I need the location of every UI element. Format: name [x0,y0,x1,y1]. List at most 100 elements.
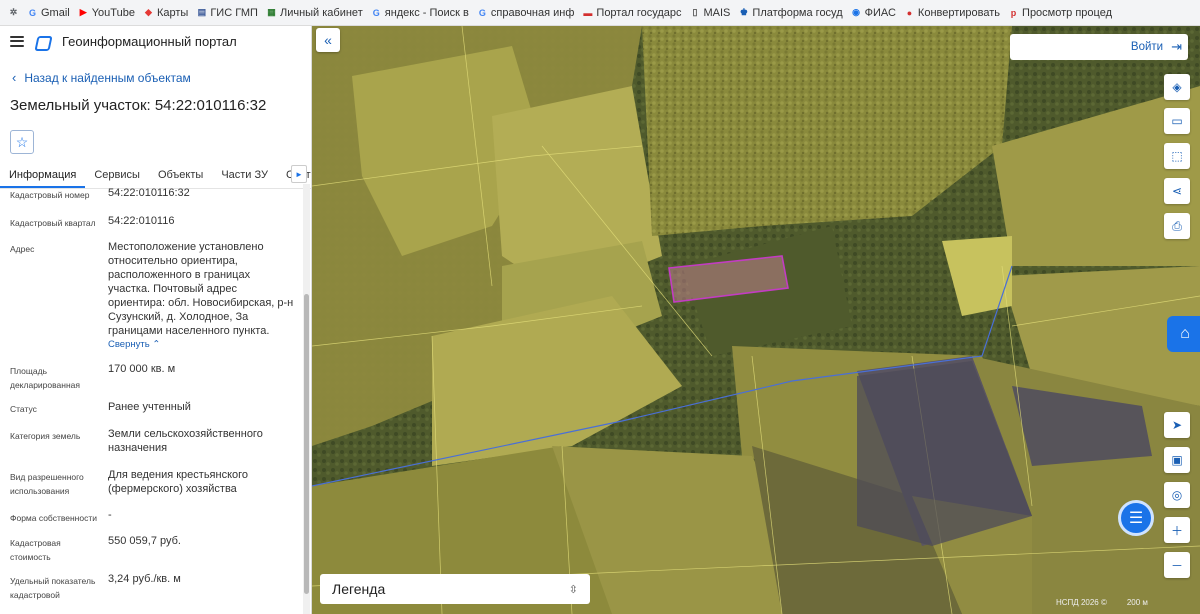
field-label: Площадь декларированная [10,366,80,390]
geolocation-button[interactable]: ➤ [1164,412,1190,438]
bookmark-item[interactable]: ◆ Карты [143,7,188,19]
tab-information[interactable]: Информация [0,169,86,188]
login-button[interactable]: Войти ⇥ [1010,34,1188,60]
satellite-map [312,26,1200,614]
convert-icon: ● [906,7,913,18]
bookmarks-bar: ✲ G Gmail ▶ YouTube ◆ Карты ▤ ГИС ГМП ▦ Личный каб… [0,0,1200,26]
bookmark-item[interactable]: ▤ ГИС ГМП [196,7,258,19]
back-link-label: Назад к найденным объектам [24,70,191,85]
bookmark-label: Gmail [41,6,70,19]
field-label: Форма собственности [10,513,97,523]
bookmark-item[interactable]: ✲ [8,7,19,18]
login-icon: ⇥ [1171,39,1182,54]
bookmark-label: MAIS [703,6,731,19]
field-value: Для ведения крестьянского (фермерского) … [108,469,249,495]
cabinet-icon: ▦ [267,7,276,17]
bookmark-item[interactable]: ▶ YouTube [78,7,135,19]
bookmark-label: YouTube [91,6,135,19]
legend-dropdown[interactable]: Легенда ⇳ [320,574,590,604]
basemap-button[interactable]: ▣ [1164,447,1190,473]
field-value: 54:22:010116 [108,215,175,227]
chat-button[interactable]: ☰ [1118,500,1154,536]
basemap-icon: ▣ [1171,453,1183,467]
bookmark-label: Личный кабинет [279,6,363,19]
chevron-right-icon: ► [295,169,303,179]
back-link[interactable]: ‹ Назад к найденным объектам [0,56,311,85]
print-button[interactable]: ⎙ [1164,213,1190,239]
legend-label: Легенда [332,581,386,597]
chevron-left-icon: ‹ [12,70,17,85]
bookmark-item[interactable]: G Gmail [27,7,70,19]
navigation-arrow-icon: ➤ [1171,418,1183,432]
login-label: Войти [1130,41,1164,53]
zoom-out-button[interactable]: － [1164,552,1190,578]
field-label: Кадастровый номер [10,190,90,200]
sort-arrows-icon: ⇳ [568,583,578,596]
field-value: Местоположение установлено относительно … [108,241,294,337]
star-icon: ☆ [15,133,29,150]
google-icon: G [372,7,380,18]
menu-icon[interactable] [10,35,24,47]
field-value: Ранее учтенный [108,401,191,413]
field-label: Вид разрешенного использования [10,472,84,496]
panel-header: Геоинформационный портал [0,26,311,56]
bookmark-item[interactable]: р Просмотр процед [1008,7,1112,19]
collapse-panel-button[interactable]: « [316,28,340,52]
chevron-up-icon: ⌃ [152,339,161,350]
gis-gmp-icon: ▤ [197,7,207,17]
field-label: Категория земель [10,431,81,441]
field-label: Адрес [10,244,35,254]
field-value: 3,24 руб./кв. м [108,573,181,585]
bookmark-item[interactable]: Gяндекс - Поиск в [371,7,469,19]
bookmark-item[interactable]: ● Конвертировать [904,7,1000,19]
favorite-button[interactable]: ☆ [10,130,34,154]
field-value: 170 000 кв. м [108,363,176,375]
google-icon: G [478,7,486,18]
collapse-link[interactable]: Свернуть ⌃ [108,339,160,350]
bookmark-item[interactable]: ▦ Личный кабинет [266,7,363,19]
bookmark-label: яндекс - Поиск в [384,6,469,19]
extension-icon: ✲ [9,7,18,17]
double-chevron-left-icon: « [324,32,332,48]
rts-icon: р [1010,7,1017,18]
bookmark-item[interactable]: Gсправочная инф [477,7,575,19]
print-icon: ⎙ [1172,218,1182,233]
measure-button[interactable]: ▭ [1164,108,1190,134]
bookmark-label: Портал государс [596,6,682,19]
share-icon: ⋖ [1171,184,1183,198]
chat-icon: ☰ [1128,510,1144,527]
scrollbar-thumb[interactable] [304,294,309,594]
side-panel-button[interactable]: ⌂ [1167,316,1200,352]
field-label: Кадастровая стоимость [10,538,61,562]
plus-icon: ＋ [1170,523,1183,538]
copyright-text: НСПД 2026 © [1056,598,1107,607]
portal-title: Геоинформационный портал [62,33,237,49]
bookmark-label: Конвертировать [917,6,1001,19]
bookmark-item[interactable]: ▬ Портал государс [582,7,681,19]
bookmark-label: ФИАС [864,6,896,19]
map-footer: НСПД 2026 © 200 м [1056,598,1148,612]
layers-button[interactable]: ◈ [1164,74,1190,100]
fias-icon: ◉ [852,7,861,17]
field-value: - [108,509,112,521]
bookmark-label: ГИС ГМП [210,6,258,19]
bookmark-label: Карты [156,6,189,19]
bookmark-item[interactable]: ◉ ФИАС [851,7,896,19]
field-value: Земли сельскохозяйственного назначения [108,428,263,454]
minus-icon: － [1170,558,1183,573]
bookmark-label: Просмотр процед [1022,6,1112,19]
location-search-button[interactable]: ◎ [1164,482,1190,508]
zoom-in-button[interactable]: ＋ [1164,517,1190,543]
share-button[interactable]: ⋖ [1164,178,1190,204]
map-view[interactable]: « Войти ⇥ ◈ ▭ ⬚ ⋖ ⎙ ⌂ ➤ ▣ ◎ ☰ ＋ － Легенд… [312,26,1200,614]
document-icon: ▯ [692,7,698,17]
bookmark-label: справочная инф [490,6,575,19]
bookmark-item[interactable]: ♚ Платформа госуд [738,6,843,19]
bookmark-label: Платформа госуд [752,6,843,19]
tabs-scroll-right-button[interactable]: ► [291,165,307,183]
panel-scrollbar[interactable] [303,184,310,614]
select-area-button[interactable]: ⬚ [1164,143,1190,169]
bookmark-item[interactable]: ▯ MAIS [690,7,731,19]
field-label: Удельный показатель кадастровой [10,576,96,600]
scale-bar: 200 м [1126,598,1148,607]
